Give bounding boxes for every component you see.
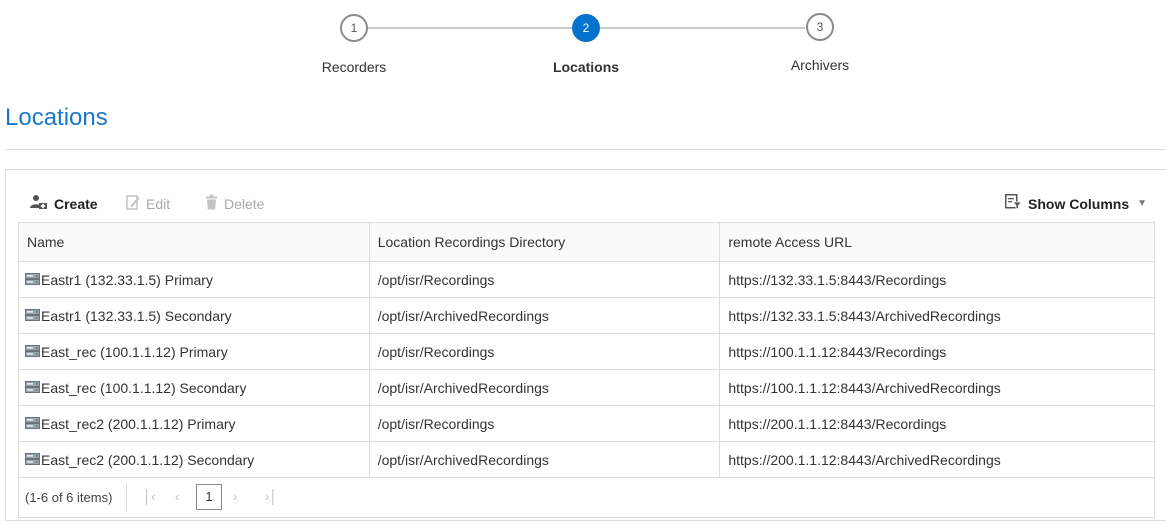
cell-directory[interactable]: /opt/isr/ArchivedRecordings [368,297,721,334]
location-name: East_rec (100.1.1.12) Secondary [41,379,247,396]
table-row[interactable]: East_rec2 (200.1.1.12) Primary/opt/isr/R… [18,405,1155,442]
pagination-info: (1-6 of 6 items) [25,490,113,505]
current-page-button[interactable]: 1 [196,484,222,510]
server-icon [25,309,40,322]
create-button[interactable]: Create [30,194,98,213]
show-columns-button[interactable]: Show Columns ▼ [1005,194,1147,213]
trash-icon [205,194,218,213]
cell-directory[interactable]: /opt/isr/ArchivedRecordings [368,441,721,478]
divider [5,149,1166,150]
table-row[interactable]: East_rec (100.1.1.12) Primary/opt/isr/Re… [18,333,1155,370]
caret-down-icon: ▼ [1137,198,1148,209]
edit-label: Edit [146,195,171,212]
location-name: East_rec (100.1.1.12) Primary [41,343,228,360]
cell-remote-url[interactable]: https://132.33.1.5:8443/Recordings [719,261,1155,298]
train-connector [368,27,572,29]
pagination: (1-6 of 6 items) │‹ ‹ 1 › ›│ [18,478,1155,518]
cell-directory[interactable]: /opt/isr/Recordings [368,261,721,298]
server-icon [25,273,40,286]
step-number[interactable]: 3 [806,13,834,41]
name-cell-content: East_rec (100.1.1.12) Primary [25,344,361,360]
server-icon [25,417,40,430]
location-name: Eastr1 (132.33.1.5) Secondary [41,307,232,324]
name-cell-content: Eastr1 (132.33.1.5) Secondary [25,308,361,324]
pencil-icon [126,194,140,213]
first-page-icon[interactable]: │‹ [143,489,155,504]
cell-name[interactable]: Eastr1 (132.33.1.5) Primary [18,261,370,298]
table-row[interactable]: Eastr1 (132.33.1.5) Primary/opt/isr/Reco… [18,261,1155,298]
cell-name[interactable]: East_rec (100.1.1.12) Primary [18,333,370,370]
cell-name[interactable]: Eastr1 (132.33.1.5) Secondary [18,297,370,334]
column-header-directory[interactable]: Location Recordings Directory [368,222,721,262]
server-icon [25,381,40,394]
cell-remote-url[interactable]: https://200.1.1.12:8443/Recordings [719,405,1155,442]
delete-label: Delete [224,195,265,212]
location-name: East_rec2 (200.1.1.12) Secondary [41,451,255,468]
step-number[interactable]: 1 [340,14,368,42]
cell-remote-url[interactable]: https://100.1.1.12:8443/ArchivedRecordin… [719,369,1155,406]
column-header-remote-url[interactable]: remote Access URL [719,222,1155,262]
train-connector [600,27,805,29]
next-page-icon[interactable]: › [233,489,237,504]
cell-remote-url[interactable]: https://100.1.1.12:8443/Recordings [719,333,1155,370]
server-icon [25,453,40,466]
cell-remote-url[interactable]: https://132.33.1.5:8443/ArchivedRecordin… [719,297,1155,334]
server-icon [25,345,40,358]
cell-directory[interactable]: /opt/isr/Recordings [368,333,721,370]
create-label: Create [54,195,98,212]
cell-name[interactable]: East_rec2 (200.1.1.12) Primary [18,405,370,442]
step-number[interactable]: 2 [572,14,600,42]
table-header-row: Name Location Recordings Directory remot… [18,222,1155,262]
locations-table: Name Location Recordings Directory remot… [18,222,1155,478]
step-label[interactable]: Locations [516,59,656,75]
page-title: Locations [5,104,108,131]
table-row[interactable]: East_rec2 (200.1.1.12) Secondary/opt/isr… [18,441,1155,478]
name-cell-content: East_rec (100.1.1.12) Secondary [25,380,361,396]
name-cell-content: East_rec2 (200.1.1.12) Secondary [25,452,361,468]
wizard-train: 1 Recorders 2 Locations 3 Archivers [0,0,1166,90]
delete-button[interactable]: Delete [205,194,264,213]
divider [126,484,127,512]
table-row[interactable]: East_rec (100.1.1.12) Secondary/opt/isr/… [18,369,1155,406]
columns-filter-icon [1005,194,1023,213]
name-cell-content: Eastr1 (132.33.1.5) Primary [25,272,361,288]
cell-name[interactable]: East_rec2 (200.1.1.12) Secondary [18,441,370,478]
cell-name[interactable]: East_rec (100.1.1.12) Secondary [18,369,370,406]
location-name: Eastr1 (132.33.1.5) Primary [41,271,213,288]
locations-panel: Create Edit Delete Show Columns ▼ Name L… [5,169,1166,521]
previous-page-icon[interactable]: ‹ [175,489,179,504]
table-row[interactable]: Eastr1 (132.33.1.5) Secondary/opt/isr/Ar… [18,297,1155,334]
step-label[interactable]: Archivers [750,57,890,73]
edit-button[interactable]: Edit [126,194,170,213]
show-columns-label: Show Columns [1028,195,1130,212]
last-page-icon[interactable]: ›│ [265,489,277,504]
name-cell-content: East_rec2 (200.1.1.12) Primary [25,416,361,432]
step-label[interactable]: Recorders [284,59,424,75]
location-name: East_rec2 (200.1.1.12) Primary [41,415,236,432]
add-user-icon [30,194,48,213]
cell-remote-url[interactable]: https://200.1.1.12:8443/ArchivedRecordin… [719,441,1155,478]
toolbar: Create Edit Delete Show Columns ▼ [6,170,1166,222]
cell-directory[interactable]: /opt/isr/Recordings [368,405,721,442]
column-header-name[interactable]: Name [18,222,370,262]
cell-directory[interactable]: /opt/isr/ArchivedRecordings [368,369,721,406]
